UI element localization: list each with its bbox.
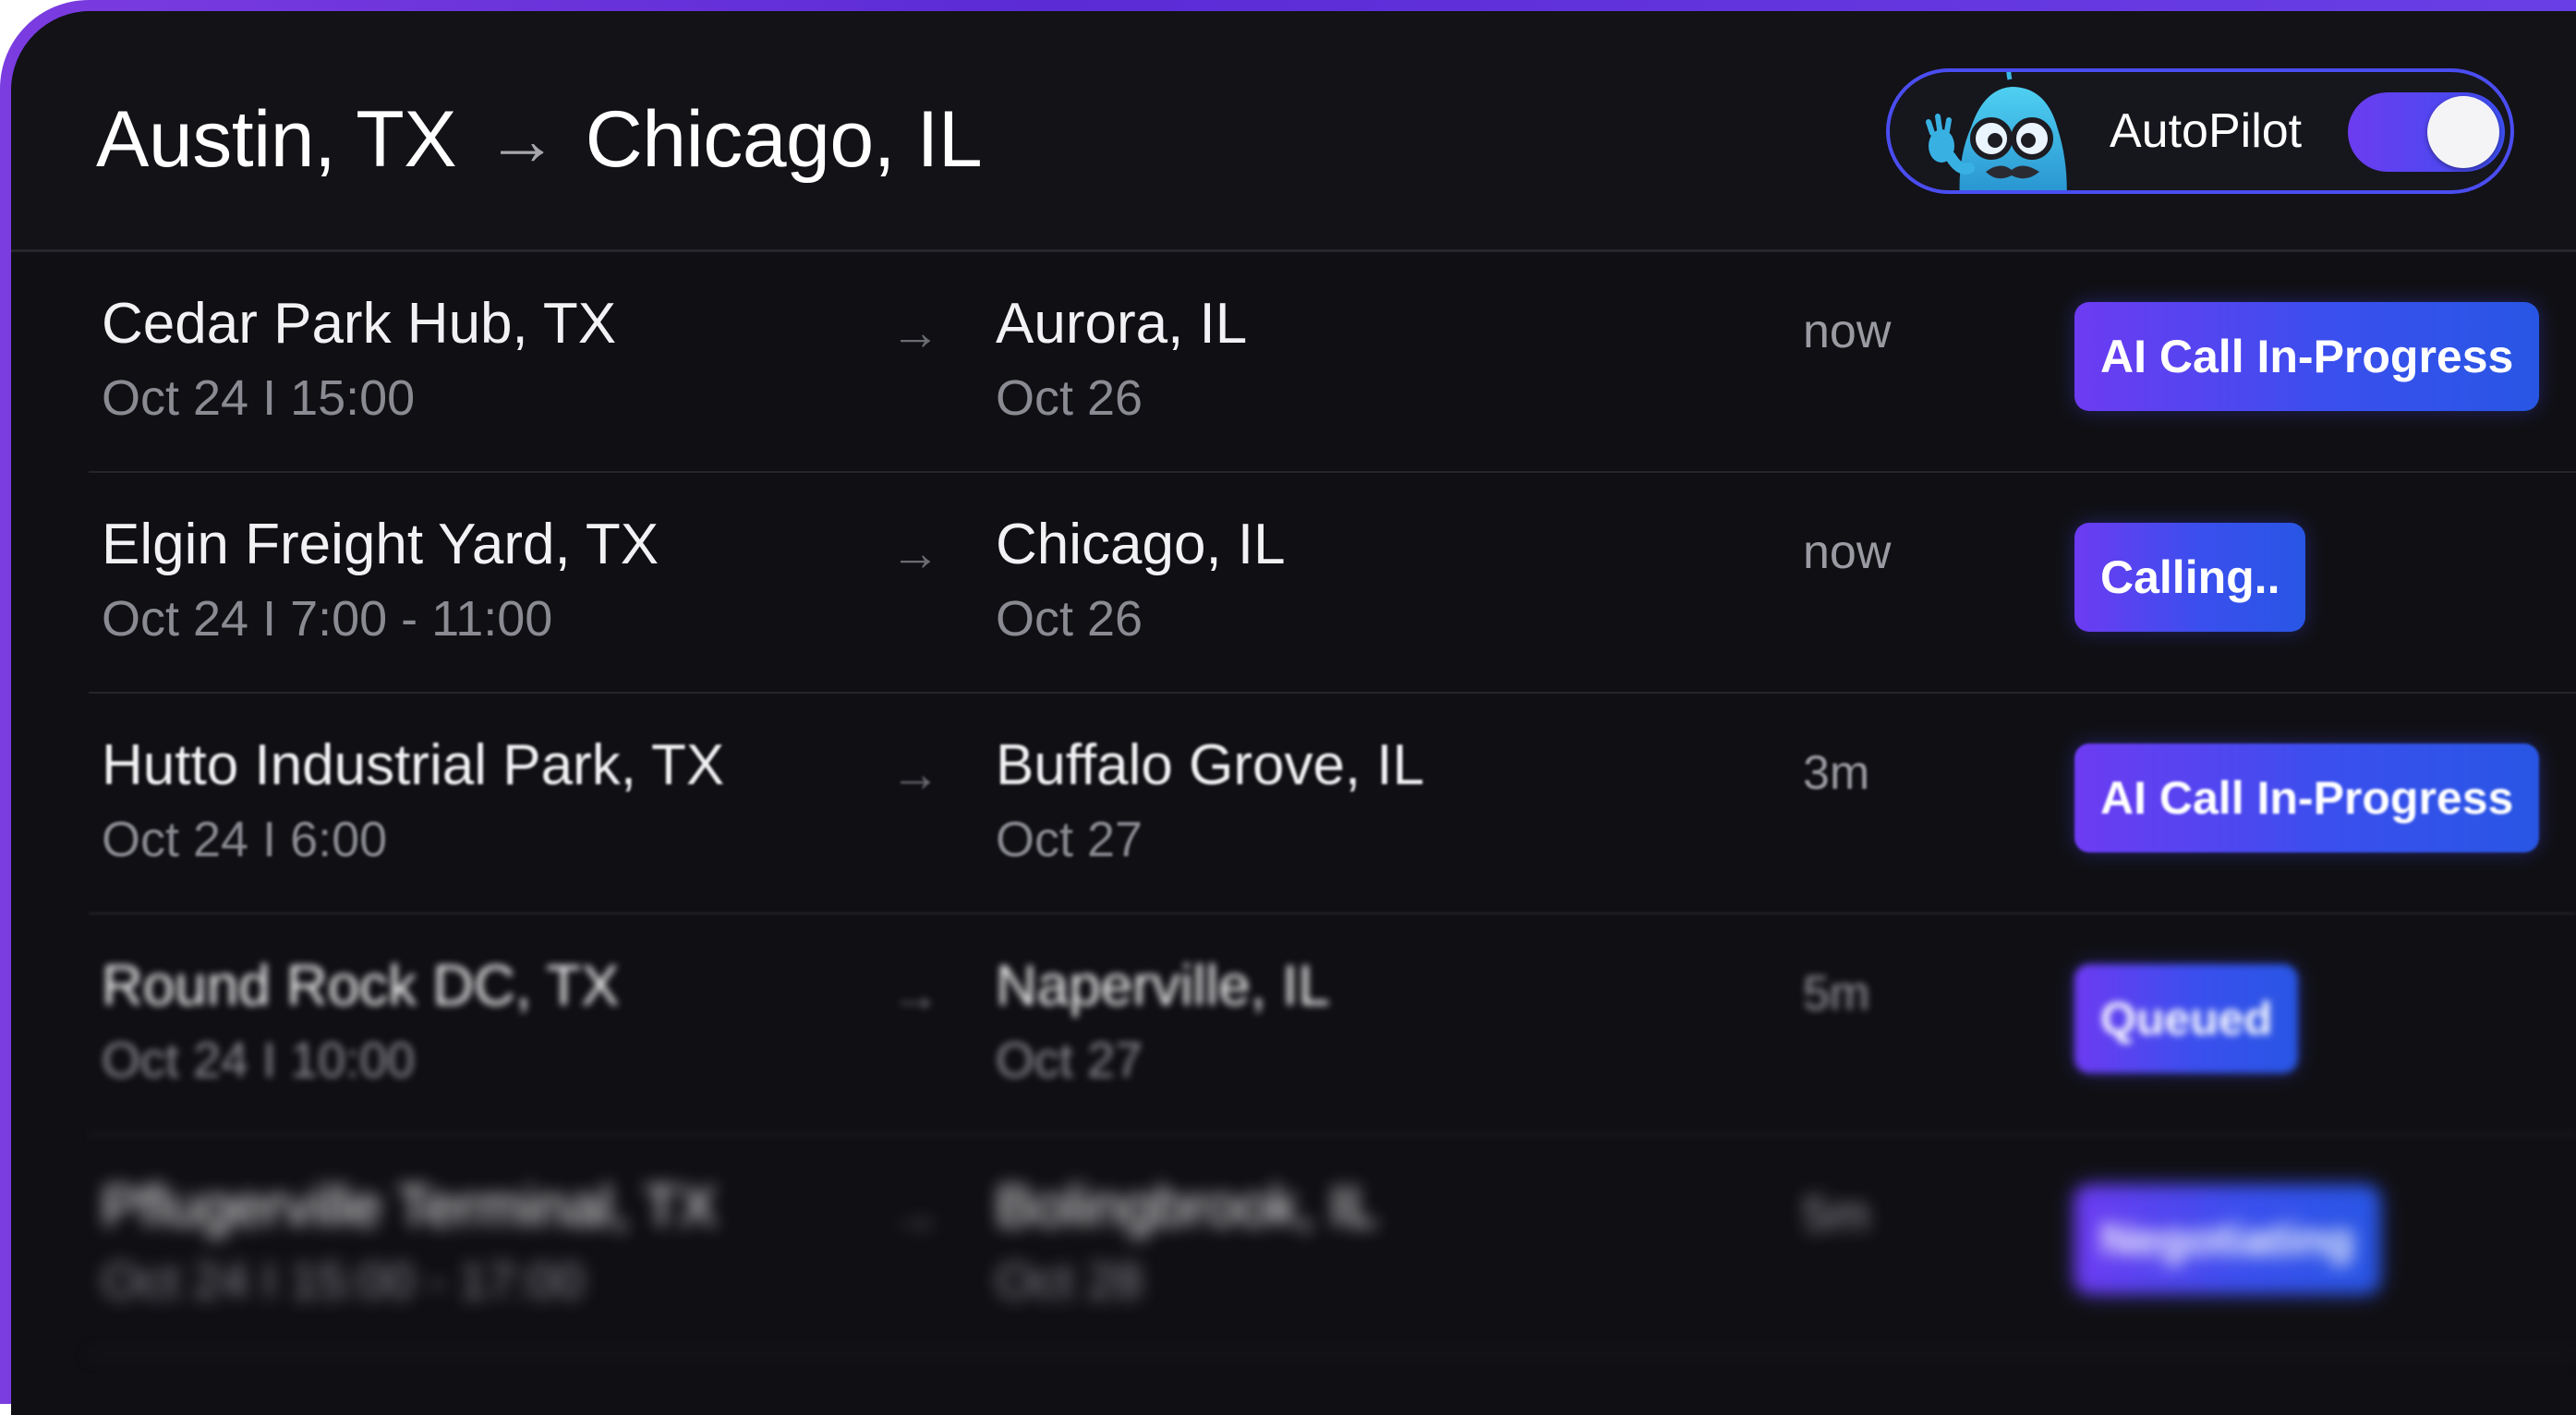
origin-date: Oct 24 I 6:00 (102, 812, 388, 867)
status-badge[interactable]: AI Call In-Progress (2074, 302, 2540, 411)
destination-name: Aurora, IL (996, 292, 1248, 356)
list-item[interactable]: Cedar Park Hub, TX Oct 24 I 15:00 → Auro… (89, 252, 2576, 473)
origin-name: Elgin Freight Yard, TX (102, 513, 659, 576)
origin-block: Pflugerville Terminal, TX Oct 24 I 15:00… (102, 1174, 717, 1310)
destination-name: Bolingbrook, IL (996, 1175, 1378, 1239)
elapsed-time: 3m (1803, 746, 1870, 800)
mascot-avatar-icon (1926, 72, 2067, 190)
elapsed-time: 5m (1803, 1188, 1870, 1241)
destination-name: Chicago, IL (996, 513, 1286, 576)
destination-date: Oct 26 (996, 370, 1143, 426)
status-badge[interactable]: AI Call In-Progress (2074, 744, 2540, 853)
origin-block: Round Rock DC, TX Oct 24 I 10:00 (102, 953, 620, 1089)
destination-name: Buffalo Grove, IL (996, 733, 1425, 797)
arrow-right-icon: → (890, 967, 940, 1022)
destination-block: Bolingbrook, IL Oct 28 (996, 1174, 1378, 1310)
list-item[interactable]: Elgin Freight Yard, TX Oct 24 I 7:00 - 1… (89, 473, 2576, 694)
origin-name: Hutto Industrial Park, TX (102, 733, 725, 797)
destination-date: Oct 28 (996, 1253, 1143, 1309)
origin-name: Pflugerville Terminal, TX (102, 1175, 718, 1239)
destination-block: Naperville, IL Oct 27 (996, 953, 1330, 1089)
route-arrow-icon: → (486, 98, 558, 180)
arrow-right-icon: → (890, 305, 940, 360)
destination-name: Naperville, IL (996, 954, 1330, 1018)
load-list: Cedar Park Hub, TX Oct 24 I 15:00 → Auro… (11, 252, 2576, 1356)
autopilot-label: AutoPilot (2110, 104, 2303, 158)
destination-block: Aurora, IL Oct 26 (996, 291, 1247, 427)
status-badge[interactable]: Queued (2074, 964, 2299, 1073)
autopilot-toggle[interactable] (2348, 92, 2505, 172)
toggle-knob[interactable] (2427, 96, 2499, 168)
destination-date: Oct 26 (996, 591, 1143, 647)
origin-name: Round Rock DC, TX (102, 954, 620, 1018)
list-item[interactable]: Round Rock DC, TX Oct 24 I 10:00 → Naper… (89, 914, 2576, 1135)
route-title: Austin, TX → Chicago, IL (96, 89, 983, 190)
origin-block: Hutto Industrial Park, TX Oct 24 I 6:00 (102, 732, 724, 868)
elapsed-time: now (1803, 305, 1892, 358)
list-item[interactable]: Hutto Industrial Park, TX Oct 24 I 6:00 … (89, 694, 2576, 914)
list-item[interactable]: Pflugerville Terminal, TX Oct 24 I 15:00… (89, 1135, 2576, 1356)
arrow-right-icon: → (890, 526, 940, 581)
origin-name: Cedar Park Hub, TX (102, 292, 617, 356)
origin-date: Oct 24 I 10:00 (102, 1033, 416, 1088)
arrow-right-icon: → (890, 1188, 940, 1243)
arrow-right-icon: → (890, 746, 940, 802)
elapsed-time: 5m (1803, 967, 1870, 1021)
app-frame: Austin, TX → Chicago, IL AutoPilot Cedar… (0, 0, 2576, 1415)
elapsed-time: now (1803, 526, 1892, 579)
origin-date: Oct 24 I 15:00 - 17:00 (102, 1253, 585, 1309)
origin-date: Oct 24 I 15:00 (102, 370, 416, 426)
autopilot-control[interactable]: AutoPilot (1886, 68, 2514, 194)
app-screen: Austin, TX → Chicago, IL AutoPilot Cedar… (11, 11, 2576, 1415)
origin-block: Elgin Freight Yard, TX Oct 24 I 7:00 - 1… (102, 512, 659, 647)
destination-block: Chicago, IL Oct 26 (996, 512, 1286, 647)
route-header: Austin, TX → Chicago, IL AutoPilot (11, 11, 2576, 252)
destination-block: Buffalo Grove, IL Oct 27 (996, 732, 1424, 868)
destination-date: Oct 27 (996, 1033, 1143, 1088)
route-origin: Austin, TX (96, 94, 457, 184)
status-badge[interactable]: Negotiating (2074, 1185, 2380, 1294)
route-destination: Chicago, IL (585, 94, 983, 184)
destination-date: Oct 27 (996, 812, 1143, 867)
origin-date: Oct 24 I 7:00 - 11:00 (102, 591, 553, 647)
origin-block: Cedar Park Hub, TX Oct 24 I 15:00 (102, 291, 616, 427)
status-badge[interactable]: Calling.. (2074, 523, 2306, 632)
